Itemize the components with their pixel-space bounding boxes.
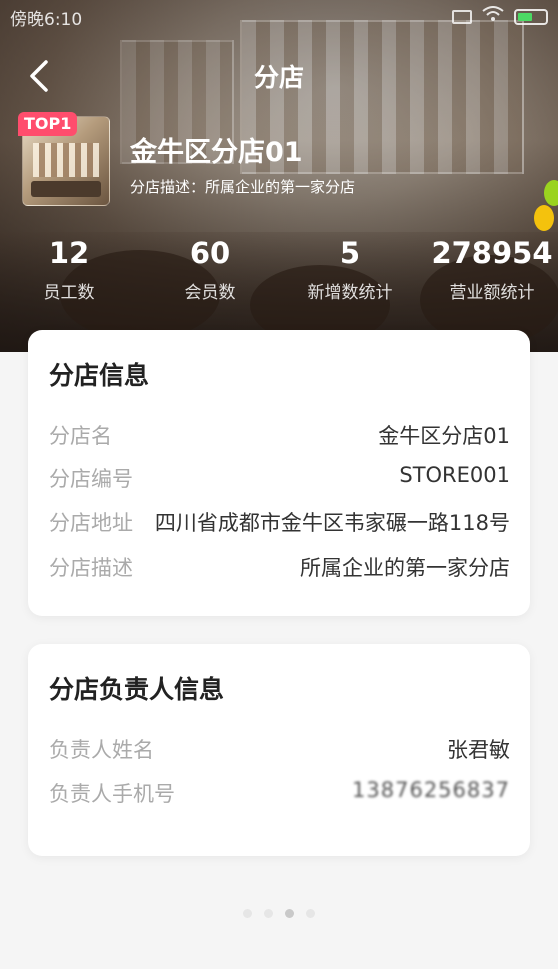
branch-info-card: 分店信息 分店名 金牛区分店01 分店编号 STORE001 分店地址 四川省成… <box>28 330 530 616</box>
stat-label: 员工数 <box>43 283 95 303</box>
card-title: 分店信息 <box>49 361 150 390</box>
page-dot <box>306 909 315 918</box>
wifi-icon <box>482 6 504 27</box>
stat-value: 60 <box>189 236 231 270</box>
row-value: 金牛区分店01 <box>378 424 510 448</box>
page-dot-active <box>285 909 294 918</box>
battery-icon <box>514 8 548 25</box>
status-time: 傍晚6:10 <box>10 10 83 30</box>
store-description: 分店描述：所属企业的第一家分店 <box>130 178 356 196</box>
info-row-manager-phone: 负责人手机号 13876256837 <box>49 778 510 808</box>
stat-value: 12 <box>48 236 90 270</box>
stat-value: 278954 <box>431 236 553 270</box>
info-row-branch-description: 分店描述 所属企业的第一家分店 <box>49 552 510 582</box>
info-row-branch-name: 分店名 金牛区分店01 <box>49 420 510 450</box>
stat-label: 新增数统计 <box>307 283 393 303</box>
stat-label: 会员数 <box>184 283 236 303</box>
row-value: 张君敏 <box>447 738 510 762</box>
sim-icon <box>452 9 472 24</box>
row-value: STORE001 <box>399 463 510 487</box>
card-title: 分店负责人信息 <box>49 675 225 704</box>
info-row-branch-address: 分店地址 四川省成都市金牛区韦家碾一路118号 <box>49 507 510 537</box>
row-label: 负责人手机号 <box>49 782 175 806</box>
stats-row: 12 员工数 60 会员数 5 新增数统计 278954 营业额统计 <box>0 234 558 304</box>
stat-revenue[interactable]: 278954 营业额统计 <box>422 234 558 303</box>
page-title: 分店 <box>253 63 304 92</box>
info-row-branch-code: 分店编号 STORE001 <box>49 463 510 493</box>
page-dot <box>264 909 273 918</box>
stat-new-count[interactable]: 5 新增数统计 <box>280 234 420 303</box>
rank-badge: TOP1 <box>18 112 78 136</box>
row-value: 所属企业的第一家分店 <box>300 556 510 580</box>
stat-members[interactable]: 60 会员数 <box>140 234 280 303</box>
row-label: 分店地址 <box>49 511 133 535</box>
row-label: 负责人姓名 <box>49 738 154 762</box>
manager-phone-link[interactable]: 13876256837 <box>352 778 510 802</box>
manager-info-card: 分店负责人信息 负责人姓名 张君敏 负责人手机号 13876256837 <box>28 644 530 856</box>
page-dot <box>243 909 252 918</box>
info-row-manager-name: 负责人姓名 张君敏 <box>49 734 510 764</box>
stat-label: 营业额统计 <box>449 283 535 303</box>
row-label: 分店描述 <box>49 556 133 580</box>
page-indicator <box>0 903 558 922</box>
stat-employees[interactable]: 12 员工数 <box>0 234 139 303</box>
row-label: 分店名 <box>49 424 112 448</box>
status-bar: 傍晚6:10 <box>0 0 558 30</box>
row-value: 四川省成都市金牛区韦家碾一路118号 <box>152 507 510 537</box>
store-name: 金牛区分店01 <box>130 137 303 168</box>
stat-value: 5 <box>339 236 361 270</box>
row-label: 分店编号 <box>49 467 133 491</box>
